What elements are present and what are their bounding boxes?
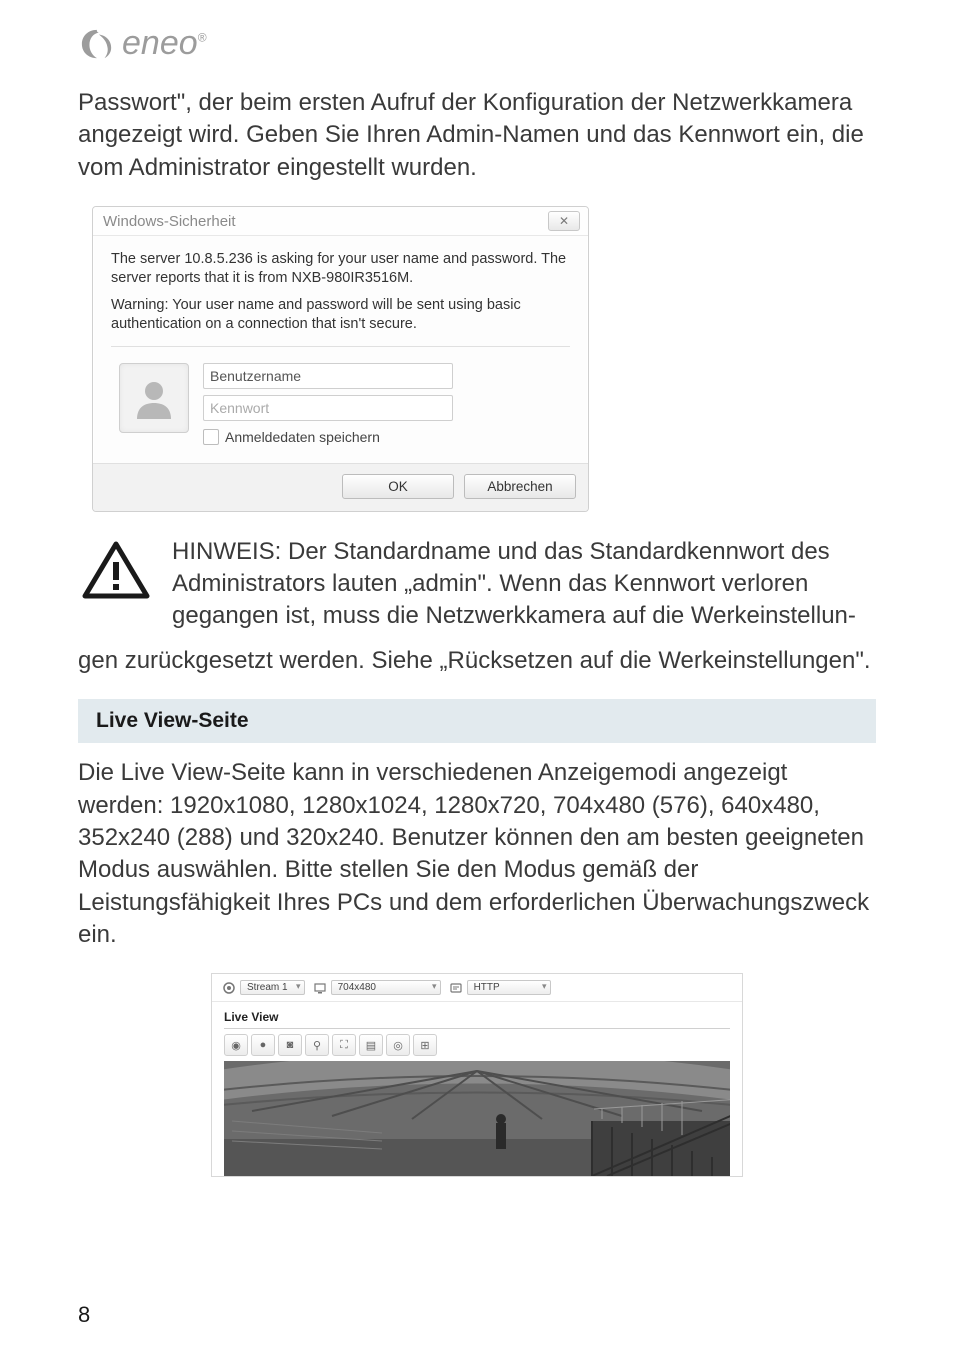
file-icon: ▤: [366, 1039, 376, 1052]
notice-text-1: HINWEIS: Der Standardname und das Standa…: [172, 536, 876, 633]
monitor-icon: [313, 981, 327, 995]
windows-security-dialog: Windows-Sicherheit ✕ The server 10.8.5.2…: [92, 206, 589, 511]
divider: [111, 346, 570, 347]
notice-text-2: gen zurückgesetzt werden. Siehe „Rückset…: [78, 645, 876, 677]
page-number: 8: [78, 1302, 90, 1328]
credential-avatar: [119, 363, 189, 433]
grid-icon: ⊞: [420, 1039, 429, 1052]
stream-select[interactable]: Stream 1: [240, 980, 305, 995]
lv-tool-btn-4[interactable]: ⚲: [305, 1034, 329, 1056]
dot-icon: ●: [260, 1039, 267, 1051]
lv-tool-btn-7[interactable]: ◎: [386, 1034, 410, 1056]
live-view-panel-title: Live View: [224, 1006, 730, 1029]
live-view-video-frame: [224, 1061, 730, 1176]
zoom-icon: ⚲: [313, 1039, 321, 1052]
registered-mark: ®: [198, 31, 207, 45]
brand-logo: eneo®: [78, 24, 876, 63]
lv-tool-btn-8[interactable]: ⊞: [413, 1034, 437, 1056]
dialog-title: Windows-Sicherheit: [103, 213, 236, 230]
dialog-message-2: Warning: Your user name and password wil…: [111, 292, 570, 338]
password-input[interactable]: Kennwort: [203, 395, 453, 421]
dialog-message-1: The server 10.8.5.236 is asking for your…: [111, 246, 570, 292]
live-view-toolbar: ◉ ● ◙ ⚲ ⛶ ▤ ◎ ⊞: [224, 1034, 730, 1061]
expand-icon: ⛶: [340, 1039, 348, 1052]
lv-tool-btn-2[interactable]: ●: [251, 1034, 275, 1056]
camera-icon: ◙: [287, 1039, 294, 1051]
protocol-select[interactable]: HTTP: [467, 980, 551, 995]
protocol-selector-group: HTTP: [449, 980, 551, 995]
brand-name: eneo: [122, 24, 198, 62]
stream-icon: [222, 981, 236, 995]
lv-tool-btn-6[interactable]: ▤: [359, 1034, 383, 1056]
remember-label: Anmeldedaten speichern: [225, 429, 380, 445]
warning-triangle-icon: [78, 536, 154, 600]
stream-selector-group: Stream 1: [222, 980, 305, 995]
live-view-topbar: Stream 1 704x480 HTTP: [212, 974, 742, 1002]
cancel-button[interactable]: Abbrechen: [464, 474, 576, 499]
lv-tool-btn-3[interactable]: ◙: [278, 1034, 302, 1056]
close-button[interactable]: ✕: [548, 211, 580, 231]
user-icon: [131, 375, 177, 421]
target-icon: ◎: [393, 1039, 403, 1052]
username-input[interactable]: Benutzername: [203, 363, 453, 389]
ok-button[interactable]: OK: [342, 474, 454, 499]
section-header-live-view: Live View-Seite: [78, 699, 876, 743]
live-view-paragraph: Die Live View-Seite kann in verschiedene…: [78, 757, 876, 951]
intro-paragraph: Passwort", der beim ersten Aufruf der Ko…: [78, 87, 876, 184]
record-icon: ◉: [231, 1039, 241, 1052]
close-icon: ✕: [559, 214, 569, 228]
protocol-icon: [449, 981, 463, 995]
resolution-select[interactable]: 704x480: [331, 980, 441, 995]
lv-tool-btn-1[interactable]: ◉: [224, 1034, 248, 1056]
resolution-selector-group: 704x480: [313, 980, 441, 995]
live-view-screenshot: Stream 1 704x480 HTTP Live View ◉ ● ◙: [211, 973, 743, 1177]
brand-swirl-icon: [78, 27, 116, 61]
dialog-titlebar: Windows-Sicherheit ✕: [93, 207, 588, 236]
lv-tool-btn-5[interactable]: ⛶: [332, 1034, 356, 1056]
remember-checkbox[interactable]: [203, 429, 219, 445]
